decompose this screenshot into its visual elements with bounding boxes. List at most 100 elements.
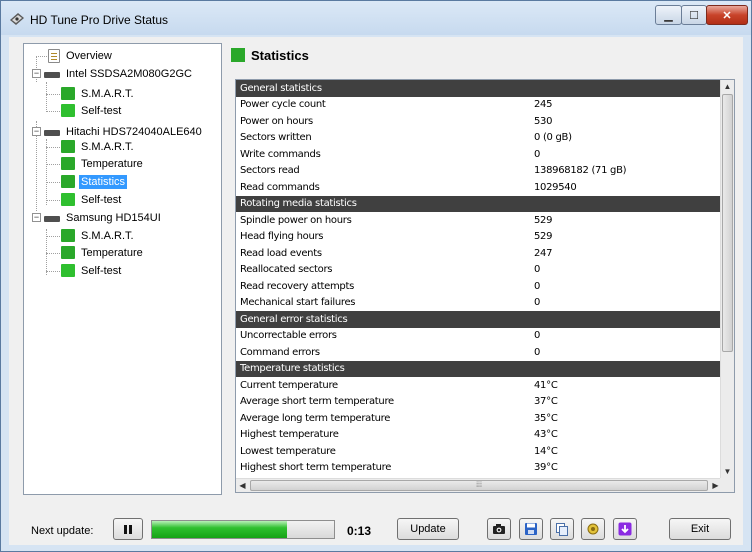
section-title: Rotating media statistics bbox=[240, 198, 357, 210]
stat-value: 0 (0 gB) bbox=[534, 132, 572, 144]
copy-button[interactable] bbox=[550, 518, 574, 540]
scroll-down-icon[interactable]: ▼ bbox=[721, 465, 734, 478]
stat-value: 14°C bbox=[534, 445, 558, 457]
stat-row[interactable]: Read recovery attempts 0 bbox=[236, 278, 722, 295]
save-button[interactable] bbox=[519, 518, 543, 540]
statistics-icon bbox=[231, 48, 245, 62]
stat-name: Read recovery attempts bbox=[240, 280, 354, 292]
stat-row[interactable]: Spindle power on hours 529 bbox=[236, 212, 722, 229]
section-header: General error statistics bbox=[236, 311, 722, 328]
hard-drive-icon bbox=[44, 215, 60, 222]
stat-name: Command errors bbox=[240, 346, 320, 358]
client-area: Overview − Intel SSDSA2M080G2GC S.M.A.R.… bbox=[9, 37, 743, 545]
stat-row[interactable]: Current temperature 41°C bbox=[236, 377, 722, 394]
stat-name: Mechanical start failures bbox=[240, 297, 356, 309]
minimize-button[interactable]: ▁ bbox=[655, 5, 682, 25]
scroll-thumb[interactable] bbox=[722, 94, 733, 352]
hard-drive-icon bbox=[44, 129, 60, 136]
scroll-thumb[interactable]: ⁞⁞⁞ bbox=[250, 480, 708, 491]
stat-value: 247 bbox=[534, 247, 553, 259]
update-button[interactable]: Update bbox=[397, 518, 459, 540]
stat-row[interactable]: Average long term temperature 35°C bbox=[236, 410, 722, 427]
tree-item-drive-intel[interactable]: Intel SSDSA2M080G2GC bbox=[44, 65, 194, 82]
tree-item-label: Samsung HD154UI bbox=[66, 211, 161, 224]
collapse-toggle[interactable]: − bbox=[32, 213, 41, 222]
hard-drive-icon bbox=[44, 71, 60, 78]
scroll-up-icon[interactable]: ▲ bbox=[721, 80, 734, 93]
stat-row[interactable]: Lowest temperature 14°C bbox=[236, 443, 722, 460]
stat-value: 0 bbox=[534, 280, 541, 292]
stat-row[interactable]: Average short term temperature 37°C bbox=[236, 394, 722, 411]
stat-value: 37°C bbox=[534, 396, 558, 408]
stat-value: 41°C bbox=[534, 379, 558, 391]
stat-value: 43°C bbox=[534, 429, 558, 441]
stat-value: 529 bbox=[534, 214, 553, 226]
stat-row[interactable]: Write commands 0 bbox=[236, 146, 722, 163]
stat-row[interactable]: Sectors read 138968182 (71 gB) bbox=[236, 163, 722, 180]
vertical-scrollbar[interactable]: ▲ ▼ bbox=[720, 80, 734, 478]
floppy-disk-icon bbox=[525, 523, 537, 535]
stat-row[interactable]: Command errors 0 bbox=[236, 344, 722, 361]
tree-item-label: Temperature bbox=[81, 157, 143, 170]
stat-value: 0 bbox=[534, 264, 541, 276]
stat-value: 245 bbox=[534, 99, 553, 111]
pause-icon bbox=[124, 524, 132, 534]
stat-value: 138968182 (71 gB) bbox=[534, 165, 627, 177]
stat-row[interactable]: Read load events 247 bbox=[236, 245, 722, 262]
tree-item-smart[interactable]: S.M.A.R.T. bbox=[61, 138, 136, 155]
section-header: Rotating media statistics bbox=[236, 195, 722, 212]
exit-button[interactable]: Exit bbox=[669, 518, 731, 540]
thermometer-icon bbox=[61, 157, 75, 170]
pause-button[interactable] bbox=[113, 518, 143, 540]
tree-item-temperature[interactable]: Temperature bbox=[61, 155, 145, 172]
stat-name: Power cycle count bbox=[240, 99, 326, 111]
stat-row[interactable]: Power cycle count 245 bbox=[236, 97, 722, 114]
tree-item-temperature[interactable]: Temperature bbox=[61, 244, 145, 261]
tree-item-self-test[interactable]: Self-test bbox=[61, 262, 123, 279]
window-title: HD Tune Pro Drive Status bbox=[30, 13, 169, 27]
tree-item-self-test[interactable]: Self-test bbox=[61, 102, 123, 119]
wrench-icon bbox=[587, 523, 599, 535]
camera-icon bbox=[493, 524, 505, 534]
stat-row[interactable]: Read commands 1029540 bbox=[236, 179, 722, 196]
close-button[interactable]: ✕ bbox=[706, 5, 748, 25]
stat-name: Highest short term temperature bbox=[240, 462, 392, 474]
stat-value: 1029540 bbox=[534, 181, 577, 193]
tree-item-statistics[interactable]: Statistics bbox=[61, 173, 128, 190]
tree-item-drive-samsung[interactable]: Samsung HD154UI bbox=[44, 209, 163, 226]
stat-row[interactable]: Reallocated sectors 0 bbox=[236, 262, 722, 279]
stat-name: Average short term temperature bbox=[240, 396, 394, 408]
collapse-toggle[interactable]: − bbox=[32, 127, 41, 136]
stat-row[interactable]: Sectors written 0 (0 gB) bbox=[236, 130, 722, 147]
stat-row[interactable]: Highest temperature 43°C bbox=[236, 427, 722, 444]
tree-item-smart[interactable]: S.M.A.R.T. bbox=[61, 227, 136, 244]
tree-item-smart[interactable]: S.M.A.R.T. bbox=[61, 85, 136, 102]
stat-row[interactable]: Uncorrectable errors 0 bbox=[236, 328, 722, 345]
options-button[interactable] bbox=[581, 518, 605, 540]
stat-row[interactable]: Mechanical start failures 0 bbox=[236, 295, 722, 312]
minimize-icon: ▁ bbox=[664, 9, 673, 22]
tree-item-overview[interactable]: Overview bbox=[48, 47, 114, 64]
drive-tree[interactable]: Overview − Intel SSDSA2M080G2GC S.M.A.R.… bbox=[23, 43, 222, 495]
stat-name: Highest temperature bbox=[240, 429, 339, 441]
stat-row[interactable]: Head flying hours 529 bbox=[236, 229, 722, 246]
maximize-button[interactable]: ☐ bbox=[681, 5, 707, 25]
collapse-toggle[interactable]: − bbox=[32, 69, 41, 78]
horizontal-scrollbar[interactable]: ◀ ⁞⁞⁞ ▶ bbox=[236, 478, 722, 492]
download-arrow-icon bbox=[618, 522, 632, 536]
stat-name: Read load events bbox=[240, 247, 322, 259]
maximize-icon: ☐ bbox=[689, 9, 699, 22]
stat-row[interactable]: Highest short term temperature 39°C bbox=[236, 460, 722, 477]
scroll-left-icon[interactable]: ◀ bbox=[236, 479, 249, 492]
tree-item-label: Intel SSDSA2M080G2GC bbox=[66, 67, 192, 80]
statistics-grid[interactable]: General statistics Power cycle count 245 Po… bbox=[235, 79, 735, 493]
update-button-label: Update bbox=[410, 523, 446, 535]
tree-item-self-test[interactable]: Self-test bbox=[61, 191, 123, 208]
screenshot-button[interactable] bbox=[487, 518, 511, 540]
tree-item-label: S.M.A.R.T. bbox=[81, 229, 134, 242]
stat-name: Average long term temperature bbox=[240, 412, 391, 424]
section-header: Temperature statistics bbox=[236, 360, 722, 377]
exit-button-label: Exit bbox=[690, 523, 710, 535]
minimize-to-tray-button[interactable] bbox=[613, 518, 637, 540]
stat-row[interactable]: Power on hours 530 bbox=[236, 113, 722, 130]
